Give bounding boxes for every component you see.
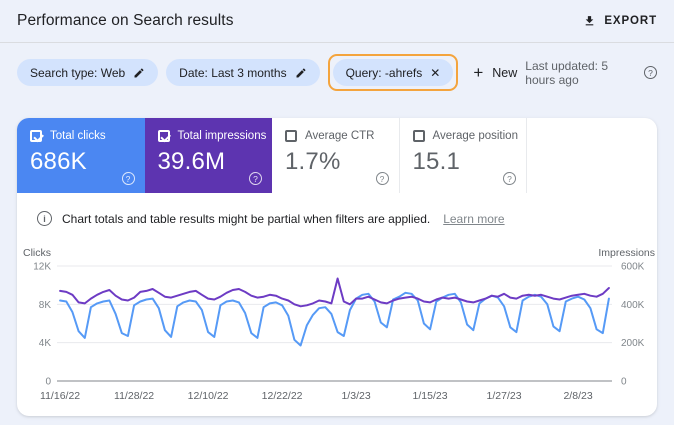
filter-notice: i Chart totals and table results might b…: [37, 211, 657, 226]
search-type-chip-label: Search type: Web: [30, 66, 125, 80]
checkbox-icon[interactable]: [285, 130, 297, 142]
date-filter-chip-label: Date: Last 3 months: [179, 66, 286, 80]
svg-text:11/28/22: 11/28/22: [114, 390, 154, 402]
svg-text:8K: 8K: [39, 300, 52, 311]
query-filter-chip-label: Query: -ahrefs: [346, 66, 423, 80]
metric-cards: Total clicks 686K ? Total impressions 39…: [17, 118, 657, 193]
metric-card-header: Average CTR: [285, 130, 399, 142]
help-icon[interactable]: ?: [644, 66, 657, 79]
help-icon[interactable]: ?: [503, 172, 516, 185]
page-title: Performance on Search results: [17, 12, 234, 30]
svg-text:600K: 600K: [621, 262, 645, 273]
help-icon[interactable]: ?: [249, 172, 262, 185]
metric-card-header: Total clicks: [30, 130, 145, 142]
metric-label: Average position: [433, 130, 518, 142]
new-filter-label: New: [492, 66, 517, 80]
metric-card-header: Total impressions: [158, 130, 273, 142]
svg-text:12/10/22: 12/10/22: [188, 390, 229, 402]
plus-icon: +: [473, 64, 483, 81]
svg-text:12K: 12K: [33, 262, 51, 273]
metric-card-average-position[interactable]: Average position 15.1 ?: [400, 118, 528, 193]
svg-text:400K: 400K: [621, 300, 645, 311]
notice-text: Chart totals and table results might be …: [62, 212, 430, 226]
last-updated-text: Last updated: 5 hours ago: [525, 59, 638, 87]
svg-text:0: 0: [621, 377, 627, 388]
svg-text:1/27/23: 1/27/23: [487, 390, 522, 402]
svg-text:2/8/23: 2/8/23: [563, 390, 592, 402]
export-button[interactable]: EXPORT: [583, 14, 657, 28]
svg-text:0: 0: [45, 377, 51, 388]
help-icon[interactable]: ?: [376, 172, 389, 185]
search-type-chip[interactable]: Search type: Web: [17, 59, 158, 86]
svg-text:4K: 4K: [39, 338, 52, 349]
metric-label: Average CTR: [305, 130, 374, 142]
query-filter-highlight: Query: -ahrefs ✕: [328, 54, 459, 91]
query-filter-chip[interactable]: Query: -ahrefs ✕: [333, 59, 454, 86]
metric-label: Total clicks: [50, 130, 106, 142]
svg-text:Impressions: Impressions: [598, 248, 655, 259]
checkbox-icon[interactable]: [30, 130, 42, 142]
svg-text:11/16/22: 11/16/22: [40, 390, 80, 402]
metric-card-header: Average position: [413, 130, 527, 142]
metric-card-total-impressions[interactable]: Total impressions 39.6M ?: [145, 118, 273, 193]
edit-icon: [295, 67, 307, 79]
edit-icon: [133, 67, 145, 79]
svg-text:Clicks: Clicks: [23, 248, 51, 259]
metric-card-average-ctr[interactable]: Average CTR 1.7% ?: [272, 118, 400, 193]
metric-card-total-clicks[interactable]: Total clicks 686K ?: [17, 118, 145, 193]
download-icon: [583, 14, 596, 28]
new-filter-button[interactable]: + New: [473, 64, 517, 81]
svg-text:200K: 200K: [621, 338, 645, 349]
svg-text:12/22/22: 12/22/22: [262, 390, 303, 402]
svg-text:1/15/23: 1/15/23: [413, 390, 448, 402]
metric-label: Total impressions: [178, 130, 267, 142]
content-panel: Total clicks 686K ? Total impressions 39…: [17, 118, 657, 416]
help-icon[interactable]: ?: [122, 172, 135, 185]
close-icon[interactable]: ✕: [430, 67, 440, 79]
date-filter-chip[interactable]: Date: Last 3 months: [166, 59, 319, 86]
page-header: Performance on Search results EXPORT: [0, 0, 674, 43]
filter-bar: Search type: Web Date: Last 3 months Que…: [0, 54, 674, 91]
last-updated: Last updated: 5 hours ago ?: [525, 59, 657, 87]
svg-text:1/3/23: 1/3/23: [341, 390, 370, 402]
export-label: EXPORT: [604, 15, 657, 27]
info-icon: i: [37, 211, 52, 226]
checkbox-icon[interactable]: [413, 130, 425, 142]
learn-more-link[interactable]: Learn more: [443, 212, 504, 226]
performance-page: Performance on Search results EXPORT Sea…: [0, 0, 674, 425]
performance-chart[interactable]: 12K 600K 8K 400K 4K 200K 0 0 Clicks Impressions 11…: [17, 248, 657, 406]
checkbox-icon[interactable]: [158, 130, 170, 142]
